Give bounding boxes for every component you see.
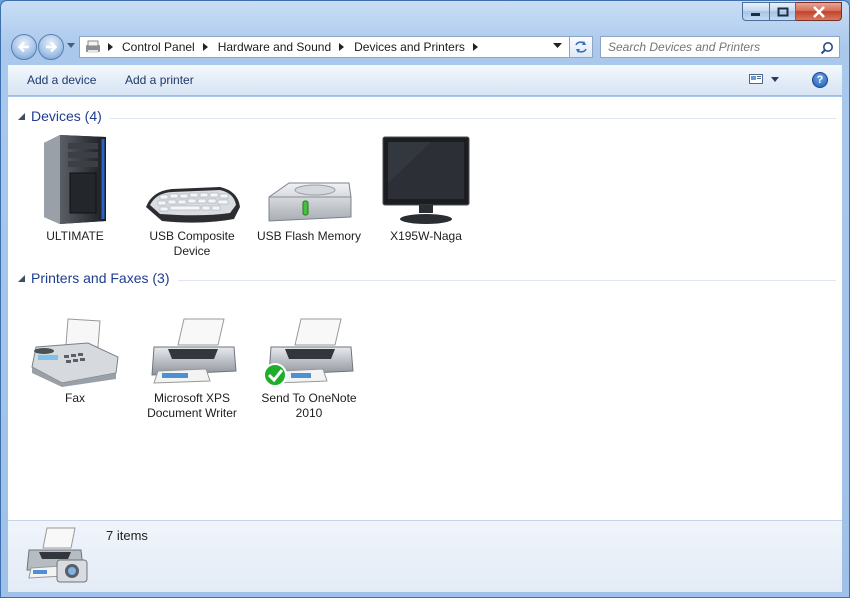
printer-tile-fax[interactable]: Fax	[20, 291, 130, 406]
content-area: Devices (4) ULTIMATE USB Composite Devic…	[8, 97, 842, 520]
address-dropdown-icon[interactable]	[553, 43, 562, 49]
breadcrumb-control-panel[interactable]: Control Panel	[122, 40, 218, 54]
forward-button[interactable]	[38, 34, 64, 60]
fax-icon	[31, 318, 119, 387]
refresh-button[interactable]	[569, 36, 593, 58]
printer-tile-microsoft-xps[interactable]: Microsoft XPS Document Writer	[137, 291, 247, 421]
group-title: Devices (4)	[31, 108, 102, 124]
chevron-down-icon	[771, 76, 779, 82]
details-pane: 7 items	[8, 520, 842, 592]
device-tile-usb-flash[interactable]: USB Flash Memory	[254, 129, 364, 244]
printer-tile-send-to-onenote[interactable]: Send To OneNote 2010	[254, 291, 364, 421]
view-icon	[749, 74, 763, 84]
breadcrumb-label: Hardware and Sound	[217, 40, 332, 54]
recent-pages-dropdown[interactable]	[67, 43, 75, 49]
device-label: USB Flash Memory	[256, 229, 362, 243]
devices-printers-small-icon	[86, 40, 100, 53]
arrow-right-icon	[46, 41, 58, 53]
monitor-icon	[382, 136, 470, 224]
computer-tower-icon	[44, 135, 106, 224]
device-tile-usb-composite[interactable]: USB Composite Device	[137, 129, 247, 259]
printer-label: Send To OneNote 2010	[261, 391, 357, 420]
navigation-bar: Control Panel Hardware and Sound Devices…	[7, 31, 845, 63]
help-button[interactable]: ?	[812, 72, 828, 88]
chevron-right-icon[interactable]	[339, 43, 345, 51]
breadcrumb-hardware-and-sound[interactable]: Hardware and Sound	[218, 40, 354, 54]
close-icon	[812, 5, 825, 18]
add-device-button[interactable]: Add a device	[27, 73, 96, 87]
change-view-button[interactable]	[749, 73, 779, 85]
address-bar[interactable]: Control Panel Hardware and Sound Devices…	[79, 36, 593, 58]
maximize-button[interactable]	[770, 2, 796, 21]
breadcrumb-label: Control Panel	[122, 40, 195, 54]
chevron-right-icon[interactable]	[202, 43, 209, 51]
back-button[interactable]	[11, 34, 37, 60]
device-tile-x195w-naga[interactable]: X195W-Naga	[371, 129, 481, 244]
devices-and-printers-window: Control Panel Hardware and Sound Devices…	[0, 0, 850, 598]
search-icon[interactable]	[820, 41, 834, 55]
printer-icon	[151, 318, 237, 384]
refresh-icon	[575, 41, 587, 53]
command-bar: Add a device Add a printer ?	[8, 65, 842, 96]
add-printer-button[interactable]: Add a printer	[125, 73, 194, 87]
caption-buttons	[742, 2, 842, 21]
minimize-button[interactable]	[742, 2, 770, 21]
close-button[interactable]	[796, 2, 842, 21]
printer-label: Fax	[64, 391, 85, 405]
usb-drive-icon	[268, 182, 352, 222]
chevron-right-icon[interactable]	[472, 43, 479, 51]
device-tile-ultimate[interactable]: ULTIMATE	[20, 129, 130, 244]
collapse-triangle-icon[interactable]	[18, 274, 25, 282]
group-title: Printers and Faxes (3)	[31, 270, 170, 286]
device-label: X195W-Naga	[390, 229, 462, 243]
group-divider	[177, 279, 836, 281]
arrow-left-icon	[17, 41, 29, 53]
breadcrumb-label: Devices and Printers	[354, 40, 465, 54]
keyboard-icon	[146, 187, 240, 223]
maximize-icon	[777, 7, 788, 16]
search-input[interactable]	[608, 40, 813, 54]
device-label: USB Composite Device	[149, 229, 235, 258]
minimize-icon	[751, 12, 760, 16]
breadcrumb-devices-and-printers[interactable]: Devices and Printers	[354, 40, 488, 54]
group-divider	[109, 117, 836, 119]
devices-printers-icon	[26, 527, 88, 583]
search-box	[600, 36, 840, 58]
chevron-right-icon	[108, 43, 113, 51]
collapse-triangle-icon[interactable]	[18, 112, 25, 120]
printer-label: Microsoft XPS Document Writer	[147, 391, 237, 420]
group-header-devices[interactable]: Devices (4)	[18, 108, 836, 124]
help-icon: ?	[816, 74, 824, 86]
printer-default-icon	[263, 318, 354, 387]
item-count: 7 items	[106, 528, 148, 543]
device-label: ULTIMATE	[46, 229, 104, 243]
group-header-printers[interactable]: Printers and Faxes (3)	[18, 270, 836, 286]
